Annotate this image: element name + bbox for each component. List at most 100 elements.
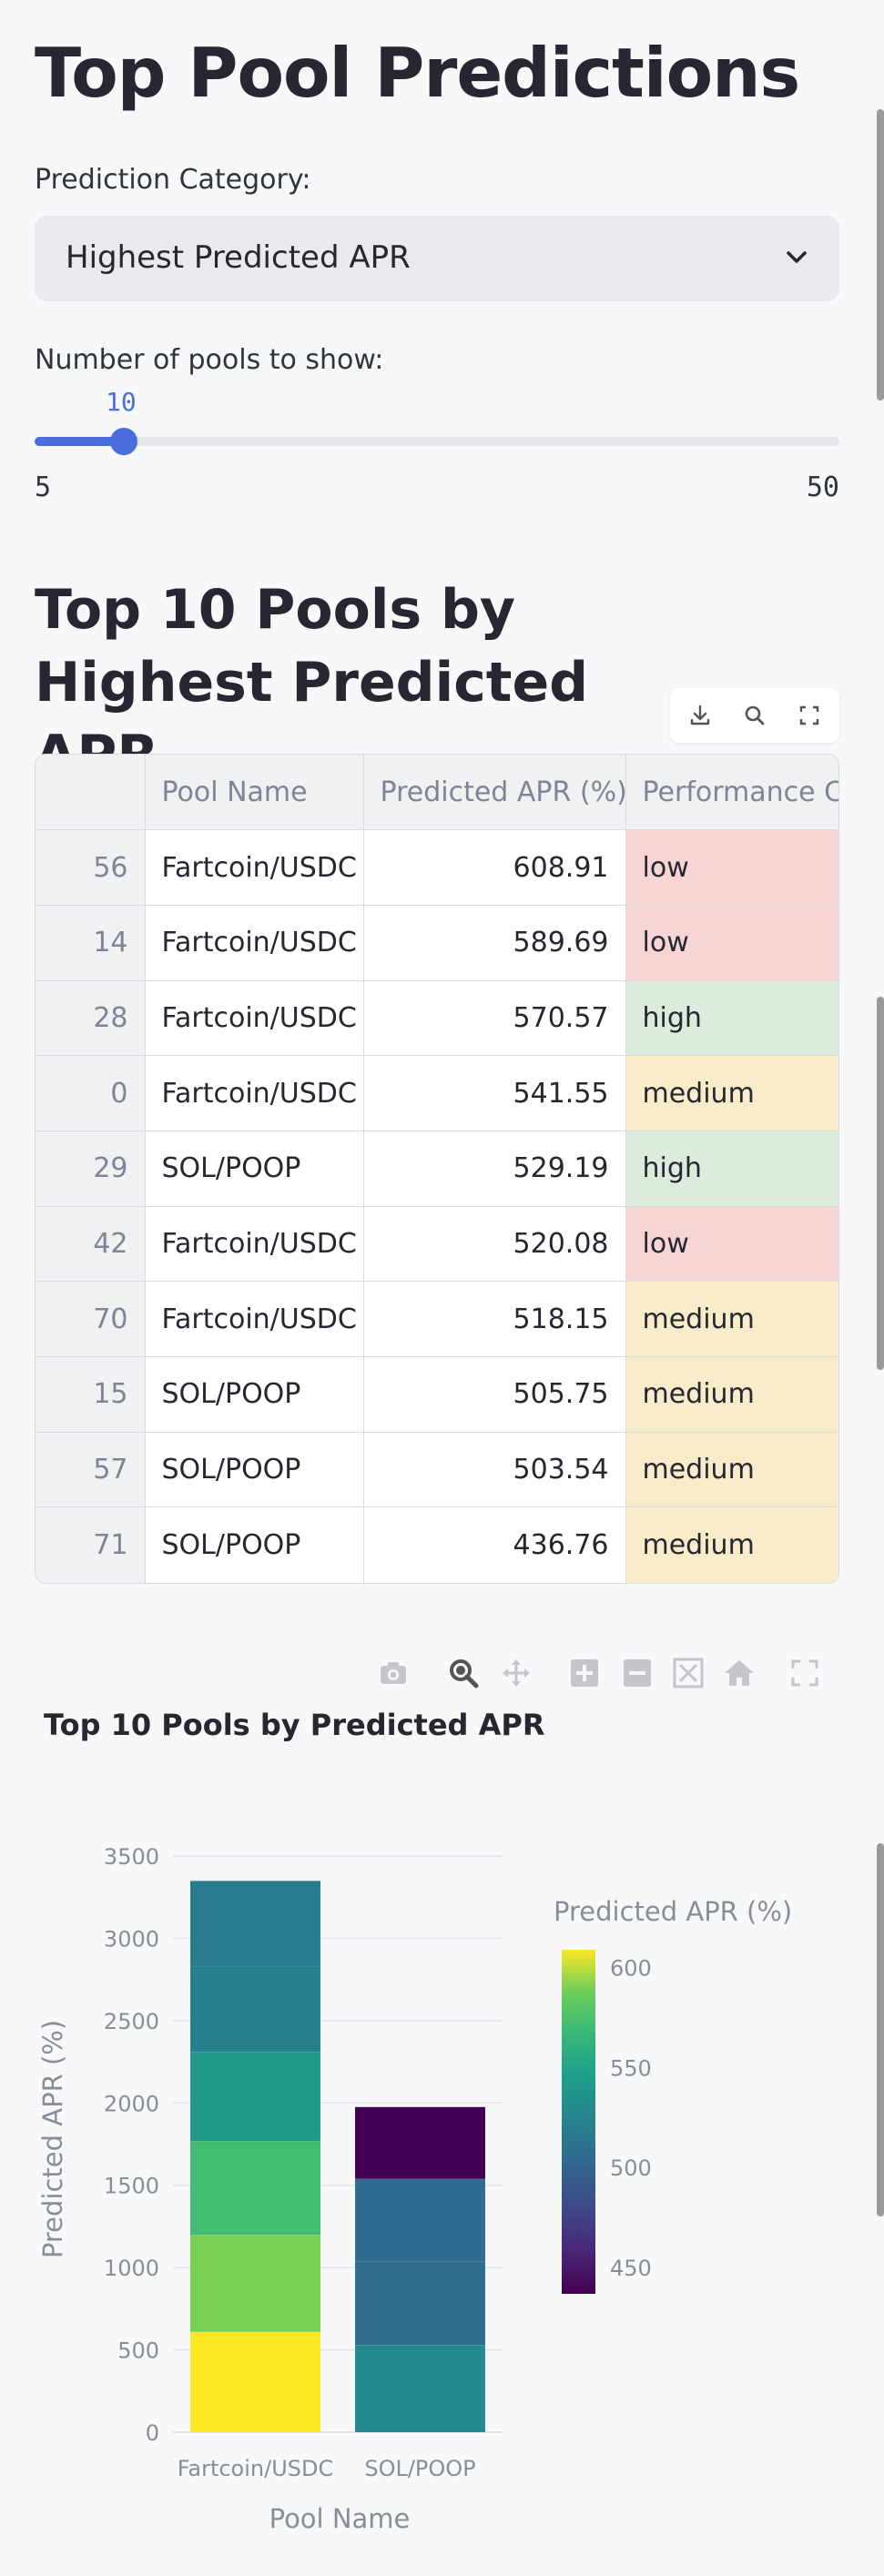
row-index-cell: 42 — [36, 1206, 146, 1283]
download-icon[interactable] — [686, 702, 714, 729]
pool-name-cell: SOL/POOP — [145, 1356, 364, 1433]
bar-segment[interactable] — [354, 2106, 486, 2180]
bar-segment[interactable] — [189, 1965, 321, 2053]
camera-icon[interactable] — [377, 1657, 410, 1689]
zoom-icon[interactable] — [447, 1657, 480, 1689]
colorbar-tick-label: 500 — [610, 2155, 652, 2181]
x-axis-ticks: Fartcoin/USDC SOL/POOP — [178, 2456, 476, 2481]
bar-segment[interactable] — [189, 2331, 321, 2433]
pools-table[interactable]: Pool Name Predicted APR (%) Performance … — [35, 754, 839, 1584]
y-tick-label: 500 — [117, 2338, 159, 2364]
performance-class-cell: high — [625, 980, 838, 1057]
bar-segment[interactable] — [189, 2234, 321, 2333]
apr-cell: 529.19 — [363, 1131, 626, 1207]
table-row[interactable]: 29 SOL/POOP 529.19 high — [36, 1131, 838, 1207]
y-tick-label: 1500 — [104, 2174, 159, 2199]
bar-segment[interactable] — [189, 2140, 321, 2236]
apr-cell: 503.54 — [363, 1432, 626, 1508]
row-index-cell: 70 — [36, 1281, 146, 1357]
y-tick-label: 3000 — [104, 1926, 159, 1952]
performance-class-cell: high — [625, 1131, 838, 1207]
chevron-down-icon — [787, 251, 807, 263]
page-scrollbar-1[interactable] — [877, 109, 884, 401]
table-row[interactable]: 42 Fartcoin/USDC 520.08 low — [36, 1206, 838, 1283]
colorbar-tick-label: 450 — [610, 2256, 652, 2281]
slider-max-label: 50 — [806, 472, 839, 503]
apr-cell: 570.57 — [363, 980, 626, 1057]
x-axis-label: Pool Name — [269, 2503, 411, 2534]
table-row[interactable]: 14 Fartcoin/USDC 589.69 low — [36, 905, 838, 981]
fullscreen-icon[interactable] — [796, 702, 823, 729]
y-axis-label: Predicted APR (%) — [37, 2020, 68, 2258]
table-row[interactable]: 56 Fartcoin/USDC 608.91 low — [36, 829, 838, 906]
table-row[interactable]: 15 SOL/POOP 505.75 medium — [36, 1356, 838, 1433]
bar-segment[interactable] — [189, 1881, 321, 1967]
page-scrollbar-2[interactable] — [877, 997, 884, 1370]
colorbar-ticks: 600 550 500 450 — [610, 1956, 652, 2281]
pool-name-cell: SOL/POOP — [145, 1506, 364, 1583]
apr-cell: 505.75 — [363, 1356, 626, 1433]
zoom-in-icon[interactable] — [568, 1657, 601, 1689]
pool-name-cell: Fartcoin/USDC — [145, 1206, 364, 1283]
colorbar-title: Predicted APR (%) — [554, 1896, 792, 1927]
chart-fullscreen-icon[interactable] — [788, 1657, 821, 1689]
reset-axes-icon[interactable] — [723, 1657, 756, 1689]
y-axis-ticks: 0 500 1000 1500 2000 2500 3000 3500 — [104, 1844, 159, 2446]
row-index-cell: 29 — [36, 1131, 146, 1207]
dataframe-toolbar — [670, 688, 839, 743]
bar-segment[interactable] — [354, 2178, 486, 2263]
x-tick-label: SOL/POOP — [364, 2456, 475, 2481]
performance-class-cell: low — [625, 829, 838, 906]
y-tick-label: 1000 — [104, 2256, 159, 2281]
pool-slider-label: Number of pools to show: — [35, 344, 384, 376]
column-header-predicted-apr[interactable]: Predicted APR (%) — [363, 755, 626, 831]
table-row[interactable]: 70 Fartcoin/USDC 518.15 medium — [36, 1281, 838, 1357]
performance-class-cell: medium — [625, 1506, 838, 1583]
column-header-index[interactable] — [36, 755, 146, 831]
slider-thumb[interactable] — [110, 428, 137, 455]
table-row[interactable]: 0 Fartcoin/USDC 541.55 medium — [36, 1055, 838, 1131]
pan-icon[interactable] — [500, 1657, 533, 1689]
search-icon[interactable] — [741, 702, 768, 729]
bar-segment[interactable] — [354, 2261, 486, 2346]
page-title: Top Pool Predictions — [35, 33, 800, 113]
y-tick-label: 2000 — [104, 2091, 159, 2116]
row-index-cell: 56 — [36, 829, 146, 906]
apr-cell: 589.69 — [363, 905, 626, 981]
apr-bar-chart: Top 10 Pools by Predicted APR 0 500 1000 15… — [37, 1708, 792, 2534]
pool-name-cell: SOL/POOP — [145, 1131, 364, 1207]
bar-segment[interactable] — [189, 2051, 321, 2142]
zoom-out-icon[interactable] — [621, 1657, 654, 1689]
row-index-cell: 71 — [36, 1506, 146, 1583]
table-row[interactable]: 71 SOL/POOP 436.76 medium — [36, 1506, 838, 1583]
row-index-cell: 14 — [36, 905, 146, 981]
performance-class-cell: low — [625, 1206, 838, 1283]
table-row[interactable]: 28 Fartcoin/USDC 570.57 high — [36, 980, 838, 1057]
pool-name-cell: Fartcoin/USDC — [145, 1281, 364, 1357]
autoscale-icon[interactable] — [672, 1657, 705, 1689]
slider-track[interactable] — [35, 437, 839, 446]
x-tick-label: Fartcoin/USDC — [178, 2456, 333, 2481]
bar-segment[interactable] — [354, 2345, 486, 2433]
y-tick-label: 3500 — [104, 1844, 159, 1870]
chart-modebar — [0, 1657, 884, 1693]
table-row[interactable]: 57 SOL/POOP 503.54 medium — [36, 1432, 838, 1508]
row-index-cell: 15 — [36, 1356, 146, 1433]
slider-value: 10 — [106, 387, 137, 417]
column-header-pool-name[interactable]: Pool Name — [145, 755, 364, 831]
chart-title: Top 10 Pools by Predicted APR — [44, 1708, 544, 1742]
row-index-cell: 57 — [36, 1432, 146, 1508]
y-tick-label: 2500 — [104, 2009, 159, 2034]
category-select[interactable]: Highest Predicted APR — [35, 216, 839, 301]
performance-class-cell: medium — [625, 1055, 838, 1131]
colorbar — [562, 1950, 595, 2294]
colorbar-tick-label: 600 — [610, 1956, 652, 1982]
slider-min-label: 5 — [35, 472, 52, 503]
pool-name-cell: Fartcoin/USDC — [145, 829, 364, 906]
pool-name-cell: SOL/POOP — [145, 1432, 364, 1508]
row-index-cell: 28 — [36, 980, 146, 1057]
column-header-performance-class[interactable]: Performance Class — [625, 755, 838, 831]
apr-cell: 518.15 — [363, 1281, 626, 1357]
row-index-cell: 0 — [36, 1055, 146, 1131]
pool-name-cell: Fartcoin/USDC — [145, 905, 364, 981]
